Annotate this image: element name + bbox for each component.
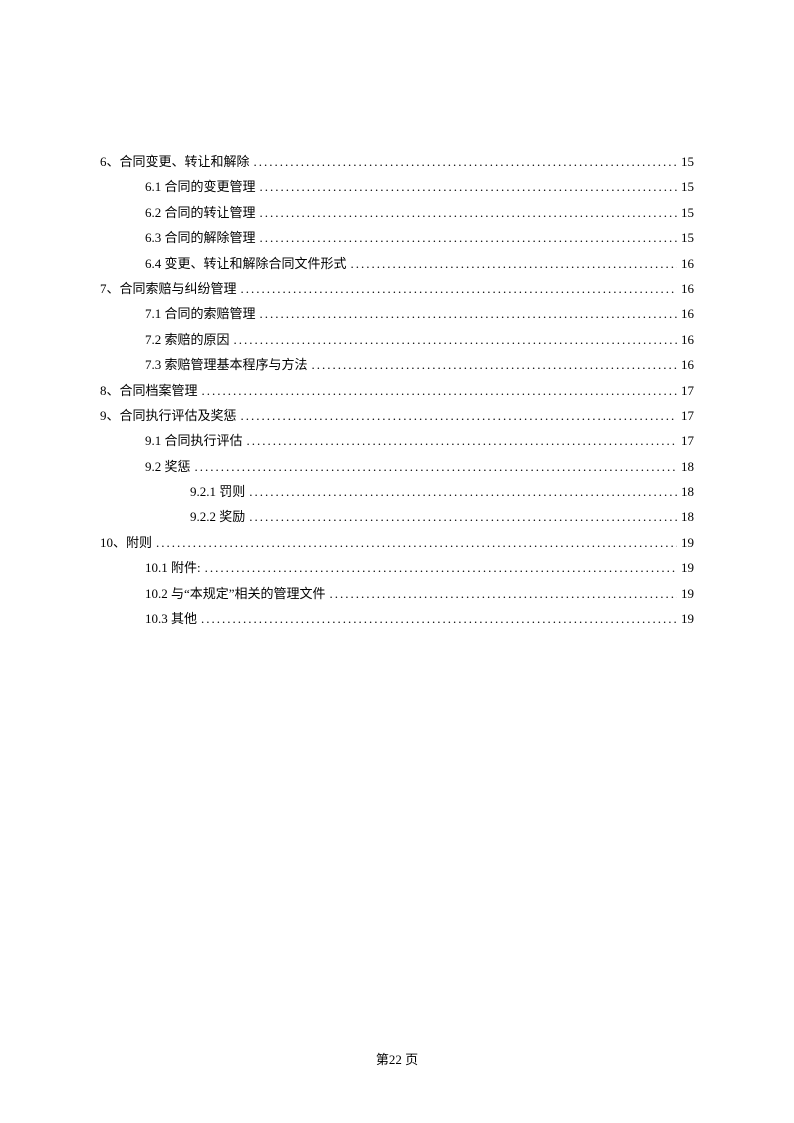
toc-leader — [241, 277, 677, 300]
toc-page: 16 — [681, 277, 694, 300]
toc-entry: 7.3 索赔管理基本程序与方法 16 — [100, 353, 694, 376]
toc-leader — [351, 252, 677, 275]
toc-label: 9.2.1 罚则 — [190, 480, 245, 503]
toc-entry: 7.1 合同的索赔管理 16 — [100, 302, 694, 325]
toc-label: 6、合同变更、转让和解除 — [100, 150, 250, 173]
toc-page: 15 — [681, 150, 694, 173]
toc-label: 9、合同执行评估及奖惩 — [100, 404, 237, 427]
toc-leader — [260, 302, 677, 325]
toc-label: 8、合同档案管理 — [100, 379, 198, 402]
toc-entry: 6、合同变更、转让和解除 15 — [100, 150, 694, 173]
toc-leader — [156, 531, 677, 554]
toc-entry: 10.3 其他 19 — [100, 607, 694, 630]
toc-entry: 9.2.1 罚则 18 — [100, 480, 694, 503]
toc-page: 15 — [681, 226, 694, 249]
toc-page: 18 — [681, 455, 694, 478]
toc-entry: 9.2 奖惩 18 — [100, 455, 694, 478]
toc-leader — [260, 201, 677, 224]
toc-entry: 8、合同档案管理 17 — [100, 379, 694, 402]
toc-page: 18 — [681, 480, 694, 503]
toc-label: 7、合同索赔与纠纷管理 — [100, 277, 237, 300]
toc-label: 7.3 索赔管理基本程序与方法 — [145, 353, 308, 376]
toc-label: 6.2 合同的转让管理 — [145, 201, 256, 224]
toc-label: 9.2 奖惩 — [145, 455, 191, 478]
toc-leader — [330, 582, 677, 605]
toc-entry: 10.1 附件: 19 — [100, 556, 694, 579]
toc-leader — [241, 404, 677, 427]
toc-leader — [249, 480, 677, 503]
toc-page: 19 — [681, 582, 694, 605]
page-footer: 第22 页 — [0, 1049, 794, 1068]
toc-label: 6.4 变更、转让和解除合同文件形式 — [145, 252, 347, 275]
toc-page: 17 — [681, 404, 694, 427]
toc-leader — [195, 455, 677, 478]
toc-label: 10.1 附件: — [145, 556, 201, 579]
toc-page: 19 — [681, 531, 694, 554]
toc-page: 16 — [681, 302, 694, 325]
toc-leader — [260, 175, 677, 198]
toc-page: 19 — [681, 556, 694, 579]
toc-entry: 6.2 合同的转让管理 15 — [100, 201, 694, 224]
toc-entry: 10.2 与“本规定”相关的管理文件 19 — [100, 582, 694, 605]
toc-leader — [312, 353, 677, 376]
toc-entry: 6.1 合同的变更管理 15 — [100, 175, 694, 198]
toc-entry: 9.2.2 奖励 18 — [100, 505, 694, 528]
toc-leader — [202, 379, 677, 402]
toc-label: 10.3 其他 — [145, 607, 197, 630]
toc-leader — [201, 607, 677, 630]
toc-label: 7.2 索赔的原因 — [145, 328, 230, 351]
toc-entry: 9、合同执行评估及奖惩 17 — [100, 404, 694, 427]
toc-page: 15 — [681, 201, 694, 224]
toc-page: 18 — [681, 505, 694, 528]
toc-page: 15 — [681, 175, 694, 198]
table-of-contents: 6、合同变更、转让和解除 15 6.1 合同的变更管理 15 6.2 合同的转让… — [100, 150, 694, 630]
toc-leader — [249, 505, 677, 528]
document-page: 6、合同变更、转让和解除 15 6.1 合同的变更管理 15 6.2 合同的转让… — [0, 0, 794, 692]
toc-label: 6.3 合同的解除管理 — [145, 226, 256, 249]
toc-entry: 9.1 合同执行评估 17 — [100, 429, 694, 452]
toc-label: 9.2.2 奖励 — [190, 505, 245, 528]
toc-page: 16 — [681, 328, 694, 351]
toc-page: 17 — [681, 379, 694, 402]
toc-entry: 6.4 变更、转让和解除合同文件形式 16 — [100, 252, 694, 275]
toc-label: 9.1 合同执行评估 — [145, 429, 243, 452]
toc-entry: 6.3 合同的解除管理 15 — [100, 226, 694, 249]
toc-page: 17 — [681, 429, 694, 452]
toc-page: 19 — [681, 607, 694, 630]
toc-label: 10、附则 — [100, 531, 152, 554]
toc-page: 16 — [681, 353, 694, 376]
toc-leader — [247, 429, 677, 452]
toc-leader — [254, 150, 677, 173]
toc-label: 7.1 合同的索赔管理 — [145, 302, 256, 325]
page-number-label: 第22 页 — [376, 1052, 418, 1067]
toc-leader — [205, 556, 677, 579]
toc-entry: 10、附则 19 — [100, 531, 694, 554]
toc-entry: 7.2 索赔的原因 16 — [100, 328, 694, 351]
toc-page: 16 — [681, 252, 694, 275]
toc-leader — [260, 226, 677, 249]
toc-label: 10.2 与“本规定”相关的管理文件 — [145, 582, 326, 605]
toc-entry: 7、合同索赔与纠纷管理 16 — [100, 277, 694, 300]
toc-leader — [234, 328, 677, 351]
toc-label: 6.1 合同的变更管理 — [145, 175, 256, 198]
